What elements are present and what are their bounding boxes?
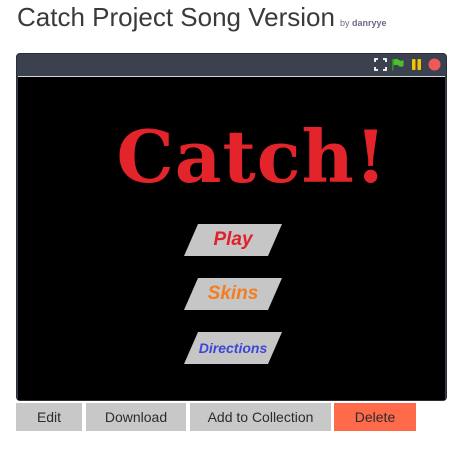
project-title: Catch Project Song Version — [17, 2, 335, 32]
directions-label: Directions — [198, 340, 268, 356]
game-title: Catch! — [116, 114, 388, 199]
player-controls-bar — [17, 54, 446, 76]
byline: by danryye — [340, 18, 387, 28]
pause-icon[interactable] — [410, 58, 423, 71]
play-button[interactable]: Play — [184, 224, 282, 256]
author-link[interactable]: danryye — [352, 18, 387, 28]
fullscreen-icon[interactable] — [374, 58, 387, 71]
download-button[interactable]: Download — [86, 403, 186, 431]
stop-icon[interactable] — [428, 58, 441, 71]
stage-canvas[interactable]: Catch! Play Skins Directions — [18, 76, 445, 400]
title-row: Catch Project Song Version by danryye — [17, 0, 387, 36]
green-flag-icon[interactable] — [391, 58, 404, 71]
directions-button[interactable]: Directions — [184, 332, 282, 364]
project-page: Catch Project Song Version by danryye Ca… — [0, 0, 463, 450]
by-label: by — [339, 18, 350, 28]
skins-label: Skins — [207, 283, 259, 304]
skins-button[interactable]: Skins — [184, 278, 282, 310]
project-player: Catch! Play Skins Directions — [16, 53, 447, 401]
edit-button[interactable]: Edit — [16, 403, 82, 431]
add-to-collection-button[interactable]: Add to Collection — [190, 403, 331, 431]
delete-button[interactable]: Delete — [334, 403, 416, 431]
play-label: Play — [213, 229, 253, 250]
